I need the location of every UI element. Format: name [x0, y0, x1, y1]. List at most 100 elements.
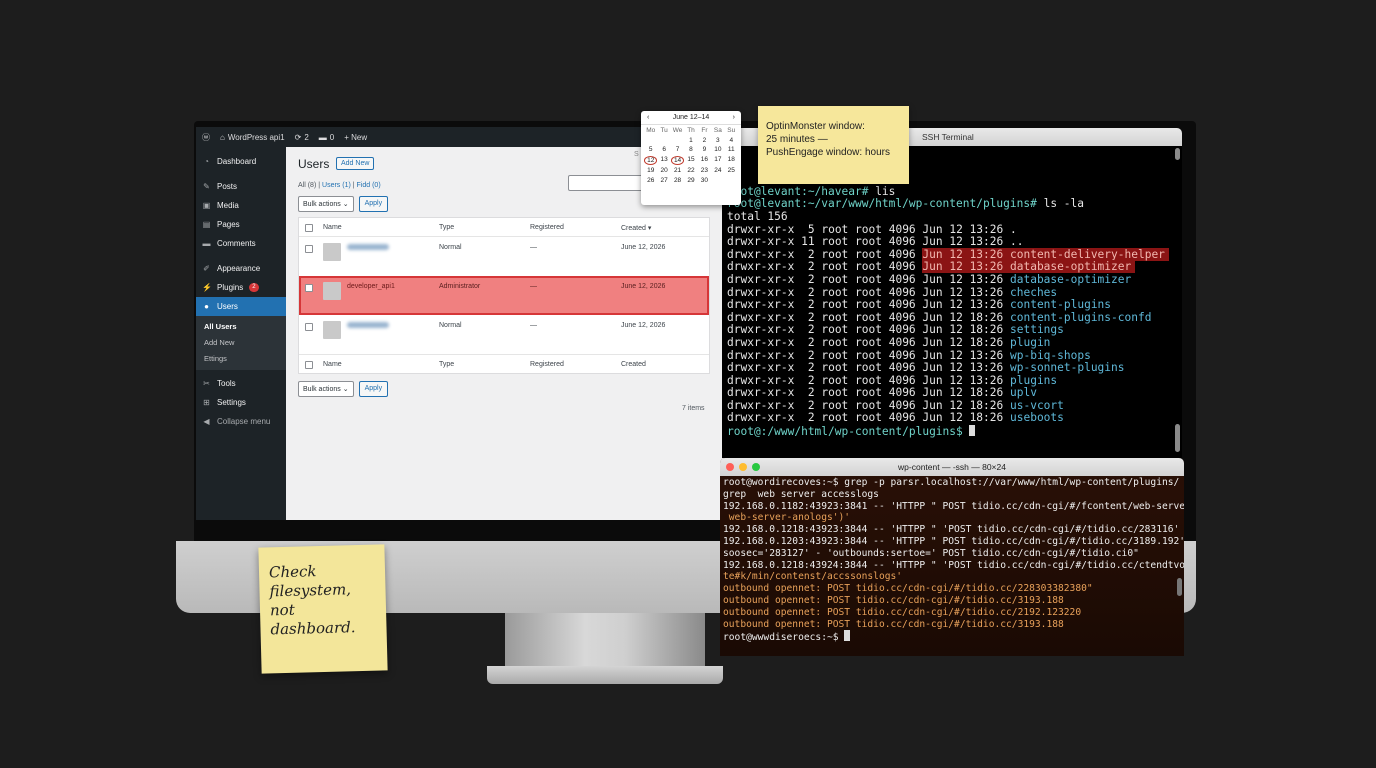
calendar-day[interactable]: 13 — [657, 156, 670, 165]
calendar-day[interactable]: 2 — [698, 137, 711, 144]
select-all-checkbox[interactable] — [305, 224, 313, 232]
calendar-day[interactable]: 14 — [670, 155, 685, 165]
calendar-day[interactable]: 22 — [684, 167, 697, 174]
entry-gap — [1003, 374, 1010, 387]
user-registered: — — [530, 283, 537, 290]
monitor-stand — [505, 613, 705, 669]
apply-button[interactable]: Apply — [358, 196, 389, 212]
new-content-link[interactable]: + New — [344, 133, 367, 142]
calendar-day[interactable]: 23 — [698, 167, 711, 174]
add-new-button[interactable]: Add New — [336, 157, 375, 170]
entry-owner: root root — [821, 260, 882, 274]
calendar-day[interactable]: 7 — [671, 146, 684, 153]
entry-name: useboots — [1010, 411, 1064, 425]
filter-users[interactable]: Users (1) — [322, 182, 351, 189]
row-checkbox[interactable] — [305, 284, 313, 292]
username-link[interactable]: developer_api1 — [347, 283, 395, 290]
scrollbar-thumb[interactable] — [1175, 424, 1180, 452]
calendar-day[interactable]: 1 — [684, 137, 697, 144]
sidebar-item-dashboard[interactable]: ◔ Dashboard — [196, 152, 286, 171]
row-checkbox[interactable] — [305, 245, 313, 253]
sidebar-item-pages[interactable]: ▤ Pages — [196, 215, 286, 234]
column-type[interactable]: Type — [439, 224, 454, 231]
entry-size: 4096 — [888, 260, 916, 274]
calendar-day[interactable]: 28 — [671, 177, 684, 184]
calendar-day[interactable]: 24 — [711, 167, 724, 174]
apply-button-bottom[interactable]: Apply — [358, 381, 389, 397]
calendar-day[interactable]: 9 — [698, 146, 711, 153]
wp-content-terminal-output[interactable]: root@wordirecoves:~$ grep -p parsr.local… — [720, 476, 1184, 645]
filter-all[interactable]: All (8) — [298, 182, 316, 189]
blurred-username[interactable] — [347, 244, 389, 250]
calendar-day[interactable]: 5 — [644, 146, 657, 153]
sidebar-item-plugins[interactable]: ⚡ Plugins 2 — [196, 278, 286, 297]
sidebar-item-posts[interactable]: ✎ Posts — [196, 177, 286, 196]
close-button[interactable] — [726, 463, 734, 471]
zoom-button[interactable] — [752, 463, 760, 471]
updates-link[interactable]: ⟳ 2 — [295, 133, 309, 142]
submenu-item-add-new[interactable]: Add New — [196, 335, 286, 351]
calendar-day[interactable]: 26 — [644, 177, 657, 184]
calendar-prev-button[interactable]: ‹ — [647, 114, 649, 121]
log-line: web-server-anologs')' — [723, 512, 851, 524]
entry-name: cheches — [1010, 285, 1058, 299]
column-name[interactable]: Name — [323, 224, 342, 231]
wordpress-logo-icon[interactable]: ⓦ — [202, 132, 210, 143]
calendar-day[interactable]: 6 — [657, 146, 670, 153]
sidebar-item-collapse-menu[interactable]: ◀ Collapse menu — [196, 412, 286, 431]
calendar-day[interactable]: 3 — [711, 137, 724, 144]
row-checkbox[interactable] — [305, 323, 313, 331]
column-registered-footer[interactable]: Registered — [530, 361, 564, 368]
home-icon[interactable]: ⌂ WordPress api1 — [220, 133, 285, 142]
calendar-day[interactable]: 29 — [684, 177, 697, 184]
calendar-day[interactable]: 11 — [725, 146, 738, 153]
calendar-day[interactable]: 21 — [671, 167, 684, 174]
sidebar-item-comments[interactable]: ▬ Comments — [196, 234, 286, 253]
sidebar-item-tools[interactable]: ✂ Tools — [196, 374, 286, 393]
calendar-day[interactable]: 18 — [725, 156, 738, 165]
calendar-day[interactable]: 27 — [657, 177, 670, 184]
entry-owner: root root — [821, 411, 882, 425]
column-name-footer[interactable]: Name — [323, 361, 342, 368]
select-all-checkbox-footer[interactable] — [305, 361, 313, 369]
entry-date: Jun 12 13:26 — [922, 260, 1004, 274]
calendar-day[interactable]: 12 — [644, 155, 658, 165]
column-registered[interactable]: Registered — [530, 224, 564, 231]
calendar-day[interactable]: 17 — [711, 156, 724, 165]
calendar-day[interactable]: 10 — [711, 146, 724, 153]
sidebar-item-label: Tools — [217, 379, 236, 388]
scrollbar-thumb[interactable] — [1177, 578, 1182, 596]
calendar-day[interactable]: 20 — [657, 167, 670, 174]
calendar-day[interactable]: 16 — [698, 156, 711, 165]
calendar-day[interactable]: 4 — [725, 137, 738, 144]
monitor-foot — [487, 666, 723, 684]
bulk-actions-select-bottom[interactable]: Bulk actions ⌄ — [298, 381, 354, 397]
submenu-item-all-users[interactable]: All Users — [196, 319, 286, 335]
calendar-day[interactable]: 19 — [644, 167, 657, 174]
sidebar-item-media[interactable]: ▣ Media — [196, 196, 286, 215]
sidebar-item-settings[interactable]: ⊞ Settings — [196, 393, 286, 412]
calendar-day[interactable]: 25 — [725, 167, 738, 174]
column-created-footer[interactable]: Created — [621, 361, 646, 368]
sidebar-item-appearance[interactable]: ✐ Appearance — [196, 259, 286, 278]
wp-content-terminal-window[interactable]: wp-content — -ssh — 80×24 root@wordireco… — [720, 458, 1184, 656]
ssh-terminal-output[interactable]: ot@ot@ot@root@levant:~/havear# lisroot@l… — [722, 146, 1182, 441]
bulk-actions-select[interactable]: Bulk actions ⌄ — [298, 196, 354, 212]
table-footer: Name Type Registered Created — [299, 354, 709, 373]
comments-link[interactable]: ▬ 0 — [319, 133, 334, 142]
calendar-day[interactable]: 15 — [684, 156, 697, 165]
scrollbar-thumb-top[interactable] — [1175, 148, 1180, 160]
calendar-next-button[interactable]: › — [733, 114, 735, 121]
column-created[interactable]: Created ▾ — [621, 224, 651, 232]
calendar-day[interactable]: 30 — [698, 177, 711, 184]
site-name[interactable]: WordPress api1 — [228, 133, 285, 142]
wp-content-terminal-titlebar[interactable]: wp-content — -ssh — 80×24 — [720, 458, 1184, 476]
filter-fidd[interactable]: Fidd (0) — [357, 182, 381, 189]
blurred-username[interactable] — [347, 322, 389, 328]
sidebar-item-users[interactable]: ● Users — [196, 297, 286, 316]
calendar-day[interactable]: 8 — [684, 146, 697, 153]
column-type-footer[interactable]: Type — [439, 361, 454, 368]
terminal-prompt: root@levant:~/havear# — [727, 184, 876, 198]
submenu-item-ettings[interactable]: Ettings — [196, 351, 286, 367]
minimize-button[interactable] — [739, 463, 747, 471]
